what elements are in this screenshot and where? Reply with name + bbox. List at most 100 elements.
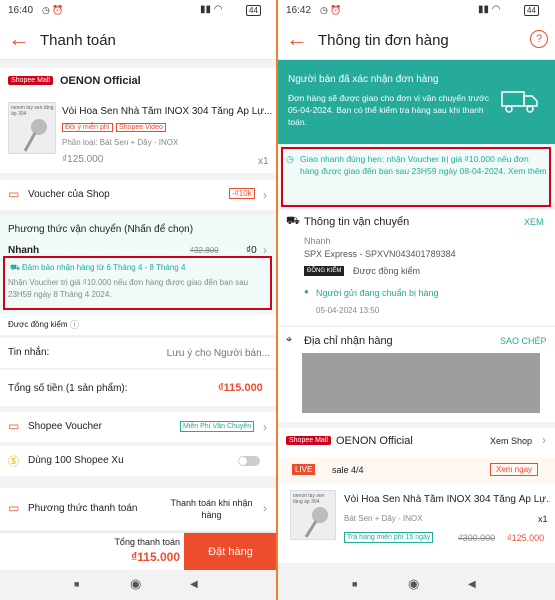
android-nav-bar: ■ ◉ ◀	[278, 570, 555, 600]
payment-value: Thanh toán khi nhận hàng	[170, 498, 253, 520]
inspection-row: Được đồng kiểm ⓘ	[0, 315, 277, 335]
order-shop-card: Shopee Mall OENON Official Xem Shop › LI…	[278, 428, 555, 563]
shop-name[interactable]: OENON Official	[336, 435, 413, 447]
back-nav-icon[interactable]: ◀	[468, 579, 476, 590]
message-input[interactable]	[140, 344, 270, 362]
view-shipping-link[interactable]: XEM	[524, 217, 544, 227]
message-row: Tin nhắn:	[0, 338, 277, 368]
chevron-right-icon: ›	[263, 501, 267, 515]
product-old-price: ₫300.000	[458, 533, 496, 543]
status-icons: ◷ ⏰	[42, 5, 64, 15]
back-nav-icon[interactable]: ◀	[190, 579, 198, 590]
shopee-mall-badge: Shopee Mall	[286, 436, 331, 445]
back-arrow-icon[interactable]: ←	[8, 28, 30, 51]
banner-text: Đơn hàng sẽ được giao cho đơn vị vận chu…	[288, 93, 489, 127]
address-card: ⌖ Địa chỉ nhận hàng SAO CHÉP	[278, 327, 555, 422]
location-pin-icon: ⌖	[286, 334, 293, 346]
status-icons: ◷ ⏰	[320, 5, 342, 15]
checkout-bar: Tổng thanh toán ₫115.000 Đặt hàng	[0, 532, 277, 571]
checkout-screen: 16:40 ◷ ⏰ ▮▮ ◠ 44 ← Thanh toán Shopee Ma…	[0, 0, 277, 600]
chevron-right-icon: ›	[263, 420, 267, 434]
total-row: Tổng số tiền (1 sản phẩm): ₫115.000	[0, 370, 277, 406]
info-icon[interactable]: ⓘ	[70, 318, 79, 331]
shop-voucher-row[interactable]: ▭ Voucher của Shop -₫10k ›	[0, 180, 277, 210]
status-bar: 16:42 ◷ ⏰ ▮▮ ◠ 44	[278, 0, 555, 22]
signal-icon: ▮▮ ◠	[200, 4, 223, 15]
order-status-banner: Người bán đã xác nhận đơn hàng Đơn hàng …	[278, 60, 555, 144]
shipping-info-title: Thông tin vận chuyển	[304, 216, 410, 228]
payment-method-row[interactable]: ▭ Phương thức thanh toán Thanh toán khi …	[0, 488, 277, 530]
home-icon[interactable]: ◉	[130, 576, 141, 592]
grand-total-value: ₫115.000	[131, 550, 180, 564]
total-value: ₫115.000	[218, 382, 263, 394]
status-time: 16:40	[8, 5, 34, 16]
page-title: Thanh toán	[40, 32, 116, 49]
android-nav-bar: ■ ◉ ◀	[0, 570, 277, 600]
status-dot-icon: ●	[304, 287, 309, 296]
order-detail-screen: 16:42 ◷ ⏰ ▮▮ ◠ 44 ← Thông tin đơn hàng ?…	[278, 0, 555, 600]
app-bar: ← Thông tin đơn hàng ?	[278, 22, 555, 60]
shipping-method-name: Nhanh	[8, 245, 40, 256]
banner-title: Người bán đã xác nhận đơn hàng	[288, 74, 439, 85]
recent-apps-icon[interactable]: ■	[352, 579, 357, 589]
chevron-right-icon: ›	[542, 433, 546, 447]
free-shipping-badge: Miễn Phí Vận Chuyển	[180, 421, 255, 432]
product-variant: Phân loại: Bát Sen + Dây - INOX	[62, 138, 179, 147]
live-badge: LIVE	[292, 464, 316, 475]
chevron-right-icon: ›	[263, 243, 267, 257]
product-name[interactable]: Vòi Hoa Sen Nhà Tắm INOX 304 Tăng Áp Lự.…	[344, 494, 550, 505]
home-icon[interactable]: ◉	[408, 576, 419, 592]
shopee-voucher-label: Shopee Voucher	[28, 421, 102, 432]
voucher-icon: ▭	[8, 187, 20, 201]
live-row: LIVE sale 4/4 Xem ngay	[278, 458, 555, 484]
address-title: Địa chỉ nhận hàng	[304, 335, 393, 347]
co-inspection-label: Được đồng kiểm	[353, 266, 420, 276]
place-order-button[interactable]: Đặt hàng	[184, 533, 277, 571]
co-inspection-badge: ĐỒNG KIỂM	[304, 266, 345, 276]
help-icon[interactable]: ?	[530, 30, 548, 48]
product-qty: x1	[538, 514, 548, 524]
shopee-video-tag: Shopee Video	[116, 123, 166, 132]
battery-icon: 44	[246, 5, 261, 16]
chevron-right-icon: ›	[263, 188, 267, 202]
product-thumbnail[interactable]: oenon tay sen tăng áp 304	[290, 490, 336, 540]
inspection-label: Được đồng kiểm	[8, 320, 68, 329]
voucher-icon: ▭	[8, 419, 20, 433]
view-shop-link[interactable]: Xem Shop	[490, 436, 532, 446]
redacted-address	[302, 353, 540, 413]
app-bar: ← Thanh toán	[0, 22, 277, 60]
delivery-truck-icon	[501, 91, 538, 113]
shipping-section-title: Phương thức vận chuyển (Nhấn để chọn)	[8, 224, 194, 235]
recent-apps-icon[interactable]: ■	[74, 579, 79, 589]
free-return-tag: Trả hàng miễn phí 15 ngày	[344, 532, 434, 543]
status-bar: 16:40 ◷ ⏰ ▮▮ ◠ 44	[0, 0, 277, 22]
shopee-voucher-row[interactable]: ▭ Shopee Voucher Miễn Phí Vận Chuyển ›	[0, 412, 277, 442]
signal-icon: ▮▮ ◠	[478, 4, 501, 15]
product-thumbnail[interactable]: oenon tay sen tăng áp 304	[8, 102, 56, 154]
shower-head-icon	[23, 119, 47, 152]
shipping-old-price: ₫32.800	[190, 246, 219, 255]
total-label: Tổng số tiền (1 sản phẩm):	[8, 383, 128, 394]
shipping-method: Nhanh	[304, 236, 331, 246]
watch-live-button[interactable]: Xem ngay	[490, 463, 539, 476]
back-arrow-icon[interactable]: ←	[286, 28, 308, 51]
shop-name[interactable]: OENON Official	[60, 75, 141, 87]
xu-toggle[interactable]	[238, 456, 260, 466]
product-price: ₫125.000	[62, 154, 104, 165]
copy-address-link[interactable]: SAO CHÉP	[500, 336, 547, 346]
shipping-price: ₫0	[246, 245, 257, 256]
message-label: Tin nhắn:	[8, 347, 50, 358]
status-time: 16:42	[286, 5, 312, 16]
highlight-box	[281, 147, 551, 207]
free-return-tag: Đổi ý miễn phí	[62, 123, 113, 132]
product-name[interactable]: Vòi Hoa Sen Nhà Tắm INOX 304 Tăng Áp Lự.…	[62, 106, 272, 117]
page-title: Thông tin đơn hàng	[318, 32, 449, 49]
coin-icon: Ⓢ	[8, 456, 19, 468]
product-price: ₫125.000	[507, 533, 545, 543]
shipping-info-card: ⛟ Thông tin vận chuyển XEM Nhanh SPX Exp…	[278, 210, 555, 325]
shower-head-icon	[304, 507, 328, 538]
highlight-box	[3, 256, 272, 310]
live-text: sale 4/4	[332, 465, 364, 475]
product-qty: x1	[258, 156, 269, 167]
order-item-card: Shopee Mall OENON Official oenon tay sen…	[0, 68, 277, 173]
